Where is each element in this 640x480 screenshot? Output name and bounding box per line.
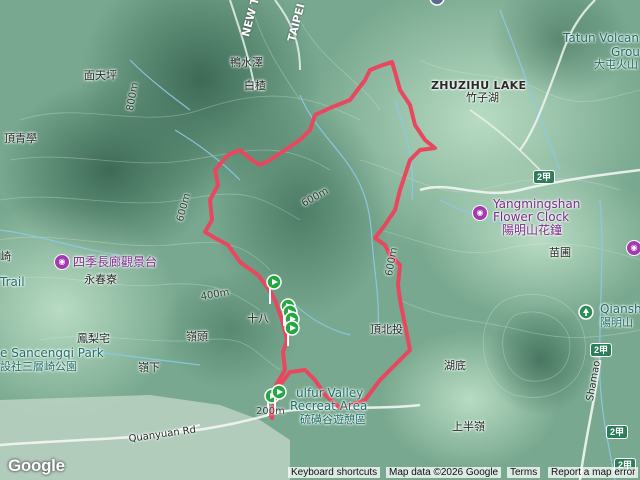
camera-icon[interactable]: ◉ [54, 254, 70, 270]
map-label: Grou [611, 45, 640, 59]
keyboard-shortcuts-link[interactable]: Keyboard shortcuts [288, 467, 381, 478]
route-shield: 2甲 [533, 170, 556, 184]
map-label: 嶺下 [138, 361, 160, 374]
map-footer: Keyboard shortcuts Map data ©2026 Google… [0, 464, 640, 480]
map-label: e Sancengqi Park [0, 346, 104, 360]
contour-label: 200m [256, 406, 285, 417]
map-label: 陽明山花鐘 [502, 223, 563, 237]
map-label: 崎 [0, 250, 11, 263]
map-data-text: Map data ©2026 Google [386, 467, 502, 478]
map-label: 苗圃 [549, 246, 571, 259]
map-label: ulfur Valley [296, 386, 364, 400]
map-label: Yangmingshan [493, 197, 581, 211]
map-label: 四季長廊觀景台 [73, 255, 158, 269]
map-label: 鳳梨宅 [77, 332, 110, 345]
map-label: Trail [0, 275, 25, 289]
camera-icon[interactable]: ◉ [626, 240, 640, 256]
map-label: 十八 [247, 312, 269, 325]
map-label: 頂北投 [370, 323, 403, 336]
map-label: 硫磺谷遊憩區 [300, 413, 366, 426]
map-label: 大屯火山 [594, 58, 638, 71]
map-label: 陽明山 [600, 316, 633, 329]
map-label: Flower Clock [493, 210, 570, 224]
map-label: 永春寮 [84, 273, 117, 286]
map-label: 湖底 [444, 359, 466, 372]
map-label: 上半嶺 [452, 420, 485, 433]
map-label: Qiansh [600, 302, 640, 316]
map-label: 面天坪 [84, 69, 117, 82]
map-label: 設社三層崎公園 [0, 360, 77, 373]
terms-link[interactable]: Terms [507, 467, 541, 478]
map-label: 頂青學 [4, 132, 37, 145]
map-label: 白楂 [244, 79, 266, 92]
route-shield: 2甲 [590, 343, 613, 357]
tree-icon[interactable] [578, 304, 594, 320]
map-label: 竹子湖 [466, 91, 499, 104]
report-error-link[interactable]: Report a map error [548, 467, 639, 478]
map-label: Recreat Area [290, 399, 368, 413]
map-label: 嶺頭 [186, 330, 208, 343]
route-shield: 2甲 [606, 425, 629, 439]
camera-icon[interactable]: ◉ [472, 205, 488, 221]
map-label: 鴨水澤 [230, 56, 263, 69]
map-label: Tatun Volcan [563, 31, 639, 45]
